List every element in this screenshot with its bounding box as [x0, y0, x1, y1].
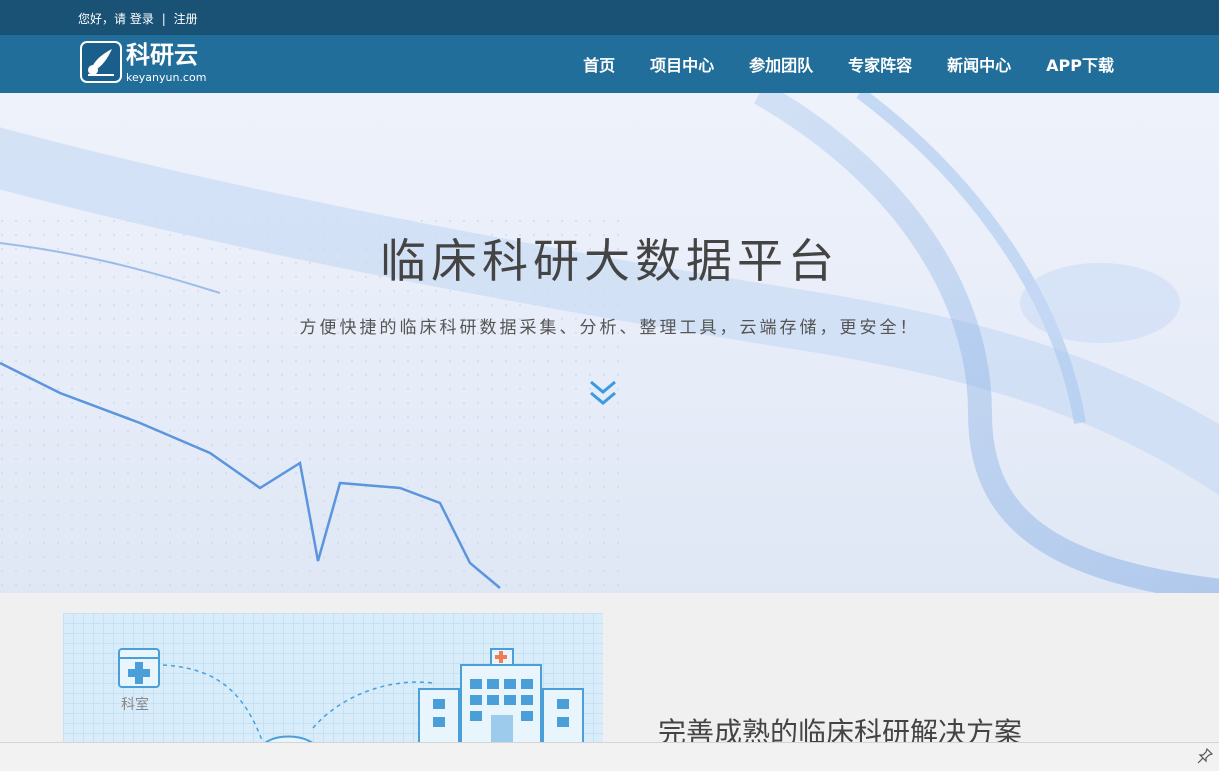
hero-subtitle: 方便快捷的临床科研数据采集、分析、整理工具，云端存储，更安全！ [299, 318, 920, 338]
hero-banner: 临床科研大数据平台 方便快捷的临床科研数据采集、分析、整理工具，云端存储，更安全… [0, 93, 1219, 593]
link-separator: | [161, 12, 166, 26]
greeting-text: 您好，请 [78, 12, 127, 26]
site-logo[interactable]: 科研云 keyanyun.com [80, 41, 220, 87]
nav-item-app-download[interactable]: APP下载 [1046, 52, 1114, 76]
double-chevron-down-icon[interactable] [587, 378, 619, 410]
department-label: 科室 [121, 697, 149, 713]
hero-background-image [0, 93, 1219, 593]
nav-item-news[interactable]: 新闻中心 [947, 52, 1011, 76]
pin-icon[interactable] [1197, 747, 1214, 764]
top-user-bar: 您好，请 登录 | 注册 [0, 0, 1219, 35]
logo-domain: keyanyun.com [126, 71, 207, 84]
user-greeting: 您好，请 登录 | 注册 [78, 10, 198, 27]
login-link[interactable]: 登录 [130, 12, 154, 26]
nav-item-projects[interactable]: 项目中心 [650, 52, 714, 76]
register-link[interactable]: 注册 [174, 12, 198, 26]
solution-illustration: 科室 [63, 613, 603, 753]
nav-item-join-team[interactable]: 参加团队 [749, 52, 813, 76]
main-nav-bar: 科研云 keyanyun.com 首页 项目中心 参加团队 专家阵容 新闻中心 … [0, 35, 1219, 93]
nav-item-home[interactable]: 首页 [583, 52, 615, 76]
logo-icon [80, 41, 122, 83]
logo-title: 科研云 [126, 41, 198, 69]
nav-item-experts[interactable]: 专家阵容 [848, 52, 912, 76]
hero-title: 临床科研大数据平台 [380, 234, 839, 288]
browser-status-bar [0, 742, 1219, 771]
nav-menu: 首页 项目中心 参加团队 专家阵容 新闻中心 APP下载 [548, 35, 1114, 93]
